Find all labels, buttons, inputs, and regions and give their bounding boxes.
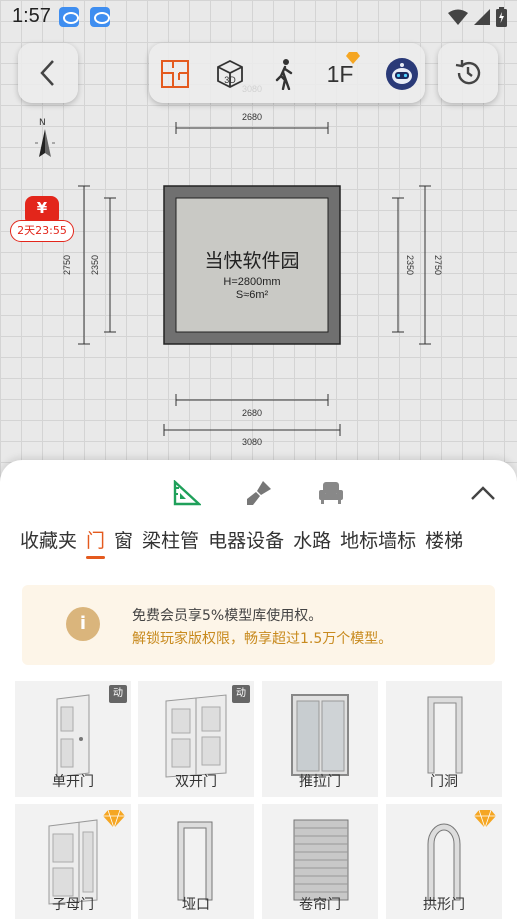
compass[interactable]: N <box>35 118 55 160</box>
item-label: 子母门 <box>52 897 94 913</box>
paint-brush-icon <box>247 481 271 505</box>
chevron-left-icon <box>40 60 54 86</box>
tab-appliances[interactable]: 电器设备 <box>208 526 284 553</box>
promo-countdown: 2天23:55 <box>10 220 74 242</box>
tab-floor-wall-markers[interactable]: 地标墙标 <box>340 526 416 553</box>
room-name[interactable]: 当快软件园 <box>176 246 328 273</box>
item-label: 双开门 <box>175 774 217 790</box>
tab-furniture[interactable] <box>316 478 346 508</box>
set-square-icon <box>173 480 201 506</box>
room-area: S≈6m² <box>235 289 269 301</box>
robot-avatar-icon <box>386 58 418 90</box>
history-button[interactable] <box>438 43 498 103</box>
floor-plan-icon <box>161 60 189 88</box>
promo-badge[interactable]: ¥ 2天23:55 <box>10 196 74 246</box>
tab-doors[interactable]: 门 <box>86 526 106 559</box>
floor-label: 1F <box>326 60 354 87</box>
gem-icon <box>346 52 360 64</box>
item-label: 单开门 <box>52 774 94 790</box>
room-height: H=2800mm <box>223 276 281 288</box>
item-sliding-door[interactable]: 推拉门 <box>262 681 378 797</box>
item-label: 门洞 <box>430 774 458 790</box>
item-door-opening[interactable]: 门洞 <box>386 681 502 797</box>
back-button[interactable] <box>18 43 78 103</box>
item-arched-door[interactable]: 拱形门 <box>386 804 502 919</box>
gem-icon <box>103 810 125 828</box>
info-icon: i <box>66 607 100 641</box>
ai-assistant-button[interactable] <box>385 57 419 91</box>
tab-windows[interactable]: 窗 <box>114 526 133 553</box>
armchair-icon <box>319 482 343 504</box>
item-label: 推拉门 <box>299 774 341 790</box>
chevron-up-icon <box>471 486 495 500</box>
item-label: 拱形门 <box>423 897 465 913</box>
tab-stairs[interactable]: 楼梯 <box>425 526 463 553</box>
component-panel: 收藏夹门窗梁柱管 电器设备 水路 地标墙标 楼梯 i 免费会员享5%模型库使用权。 解锁… <box>0 460 517 919</box>
membership-notice[interactable]: i 免费会员享5%模型库使用权。 解锁玩家版权限，畅享超过1.5万个模型。 <box>22 585 495 665</box>
walking-person-icon <box>275 59 293 90</box>
item-doorway-arch[interactable]: 垭口 <box>138 804 254 919</box>
item-double-door[interactable]: 动 双开门 <box>138 681 254 797</box>
item-label: 垭口 <box>182 897 210 913</box>
collapse-panel-button[interactable] <box>468 478 498 508</box>
dim-bottom-inner: 2680 <box>242 408 262 418</box>
dim-left-inner: 2350 <box>90 255 100 275</box>
tab-favorites[interactable]: 收藏夹 <box>20 526 77 553</box>
walkthrough-button[interactable] <box>267 57 301 91</box>
tab-plumbing[interactable]: 水路 <box>293 526 331 553</box>
item-roller-shutter-door[interactable]: 卷帘门 <box>262 804 378 919</box>
history-icon <box>455 60 481 85</box>
floor-plan-view-button[interactable] <box>158 57 192 91</box>
gem-icon <box>474 810 496 828</box>
tab-decoration[interactable] <box>244 478 274 508</box>
dim-right-inner: 2350 <box>405 255 415 275</box>
tab-beams-columns[interactable]: 梁柱管 <box>142 526 199 553</box>
dim-top-inner: 2680 <box>242 112 262 122</box>
tab-structure[interactable] <box>172 478 202 508</box>
animated-badge: 动 <box>109 685 127 703</box>
dim-bottom-outer: 3080 <box>242 437 262 447</box>
animated-badge: 动 <box>232 685 250 703</box>
compass-arrow-icon <box>35 129 55 157</box>
item-single-door[interactable]: 动 单开门 <box>15 681 131 797</box>
3d-cube-icon: 3D <box>217 59 243 89</box>
view-toolbar: 3D 1F <box>149 43 425 103</box>
3d-view-button[interactable]: 3D <box>213 57 247 91</box>
compass-north-label: N <box>39 118 46 128</box>
notice-upgrade-text[interactable]: 解锁玩家版权限，畅享超过1.5万个模型。 <box>132 628 392 648</box>
item-mother-child-door[interactable]: 子母门 <box>15 804 131 919</box>
item-label: 卷帘门 <box>299 897 341 913</box>
svg-text:3D: 3D <box>224 75 236 85</box>
category-tabs: 收藏夹门窗梁柱管 电器设备 水路 地标墙标 楼梯 <box>20 526 510 560</box>
dim-left-outer: 2750 <box>62 255 72 275</box>
notice-text: 免费会员享5%模型库使用权。 <box>132 608 323 624</box>
dim-right-outer: 2750 <box>433 255 443 275</box>
